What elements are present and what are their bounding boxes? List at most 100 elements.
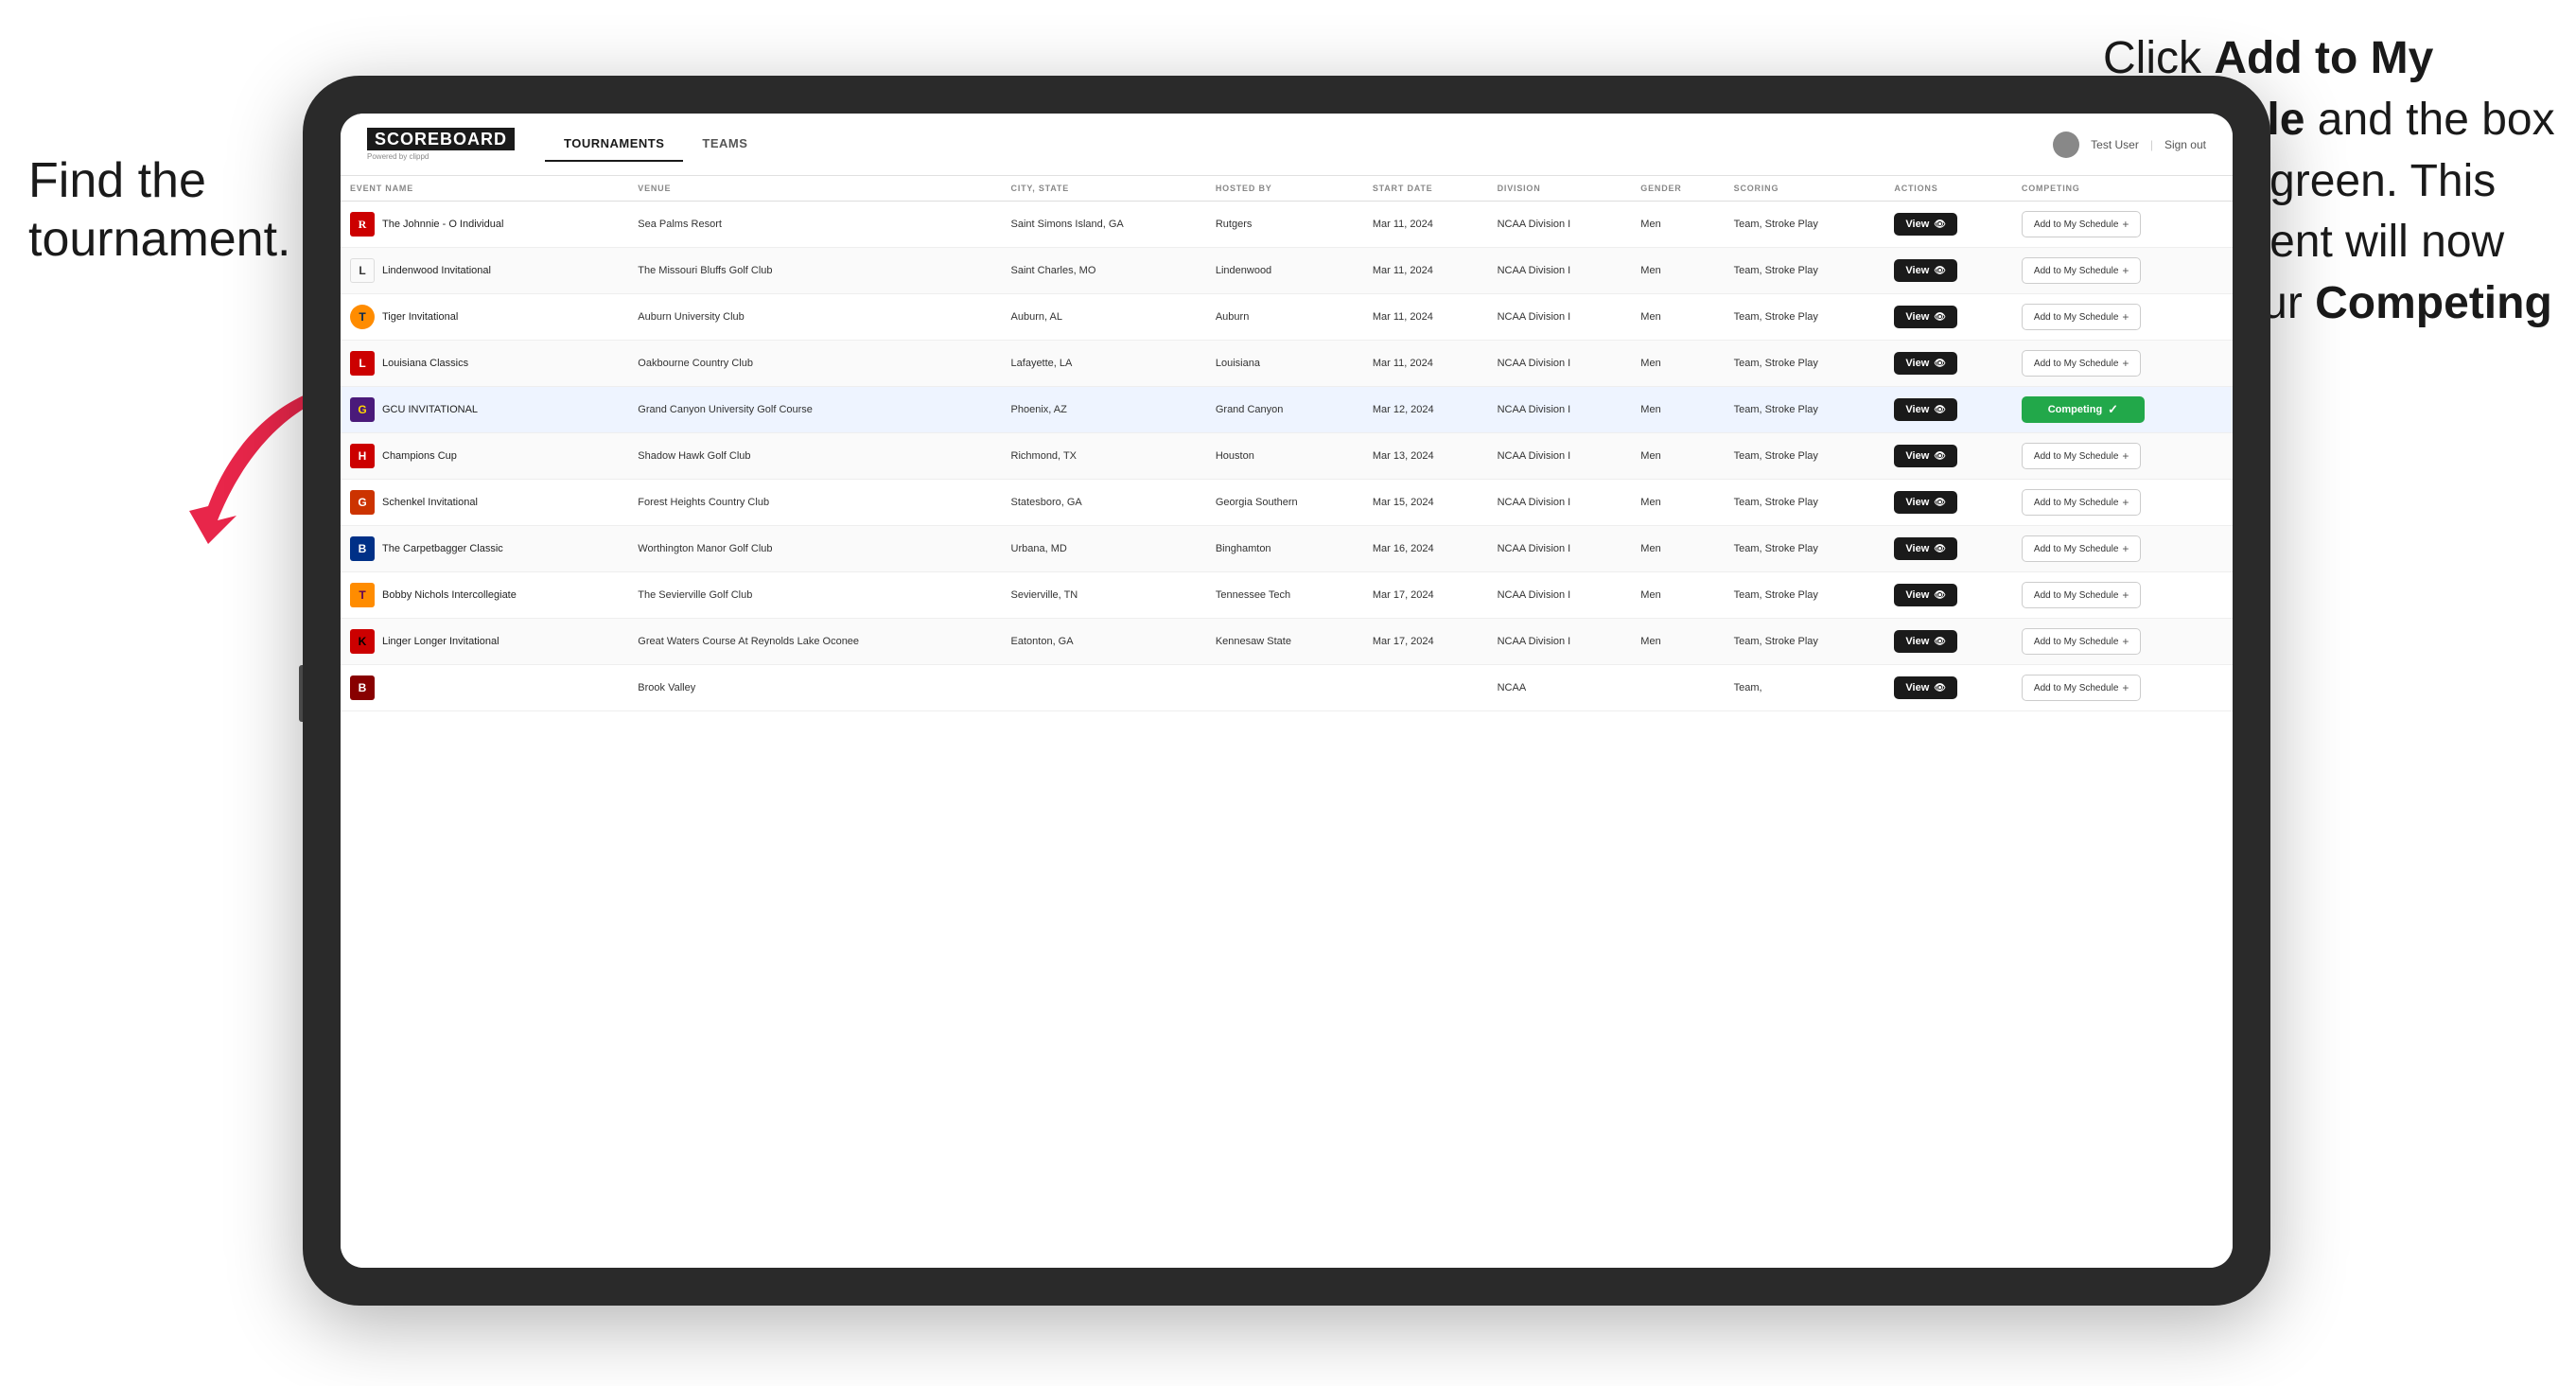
- city-state-cell: Saint Charles, MO: [1002, 248, 1206, 294]
- view-button[interactable]: View: [1894, 584, 1957, 606]
- hosted-by-cell: Tennessee Tech: [1206, 572, 1363, 619]
- city-state-cell: Eatonton, GA: [1002, 619, 1206, 665]
- gender-cell: Men: [1631, 387, 1724, 433]
- view-button[interactable]: View: [1894, 445, 1957, 467]
- view-button[interactable]: View: [1894, 306, 1957, 328]
- start-date-cell: [1363, 665, 1488, 711]
- team-logo: T: [350, 583, 375, 607]
- hosted-by-cell: Georgia Southern: [1206, 480, 1363, 526]
- add-schedule-button[interactable]: Add to My Schedule +: [2022, 535, 2142, 562]
- add-schedule-label: Add to My Schedule: [2034, 451, 2119, 462]
- table-row: T Tiger Invitational Auburn University C…: [341, 294, 2233, 341]
- col-start-date: START DATE: [1363, 176, 1488, 202]
- table-row: H Champions Cup Shadow Hawk Golf ClubRic…: [341, 433, 2233, 480]
- actions-cell-10: View: [1884, 665, 2012, 711]
- city-state-cell: Auburn, AL: [1002, 294, 1206, 341]
- competing-button[interactable]: Competing ✓: [2022, 396, 2145, 423]
- start-date-cell: Mar 15, 2024: [1363, 480, 1488, 526]
- add-schedule-label: Add to My Schedule: [2034, 219, 2119, 230]
- team-logo: G: [350, 397, 375, 422]
- team-logo: R: [350, 212, 375, 237]
- event-name-text: Bobby Nichols Intercollegiate: [382, 589, 517, 601]
- hosted-by-cell: [1206, 665, 1363, 711]
- division-cell: NCAA Division I: [1488, 341, 1632, 387]
- start-date-cell: Mar 17, 2024: [1363, 619, 1488, 665]
- actions-cell-7: View: [1884, 526, 2012, 572]
- competing-cell-3: Add to My Schedule +: [2012, 341, 2233, 387]
- team-logo: H: [350, 444, 375, 468]
- actions-cell-8: View: [1884, 572, 2012, 619]
- actions-cell-0: View: [1884, 202, 2012, 248]
- view-button[interactable]: View: [1894, 537, 1957, 560]
- division-cell: NCAA Division I: [1488, 202, 1632, 248]
- division-cell: NCAA Division I: [1488, 294, 1632, 341]
- view-button[interactable]: View: [1894, 630, 1957, 653]
- competing-cell-4: Competing ✓: [2012, 387, 2233, 433]
- gender-cell: Men: [1631, 572, 1724, 619]
- add-schedule-button[interactable]: Add to My Schedule +: [2022, 628, 2142, 655]
- venue-cell: Great Waters Course At Reynolds Lake Oco…: [628, 619, 1001, 665]
- actions-cell-9: View: [1884, 619, 2012, 665]
- col-scoring: SCORING: [1725, 176, 1885, 202]
- col-division: DIVISION: [1488, 176, 1632, 202]
- event-name-cell-9: K Linger Longer Invitational: [341, 619, 628, 665]
- gender-cell: Men: [1631, 619, 1724, 665]
- view-button[interactable]: View: [1894, 259, 1957, 282]
- team-logo: K: [350, 629, 375, 654]
- plus-icon: +: [2122, 310, 2129, 324]
- competing-cell-10: Add to My Schedule +: [2012, 665, 2233, 711]
- view-button[interactable]: View: [1894, 676, 1957, 699]
- add-schedule-button[interactable]: Add to My Schedule +: [2022, 443, 2142, 469]
- col-competing: COMPETING: [2012, 176, 2233, 202]
- check-icon: ✓: [2108, 402, 2118, 417]
- competing-cell-8: Add to My Schedule +: [2012, 572, 2233, 619]
- competing-cell-1: Add to My Schedule +: [2012, 248, 2233, 294]
- col-hosted-by: HOSTED BY: [1206, 176, 1363, 202]
- view-button[interactable]: View: [1894, 352, 1957, 375]
- city-state-cell: Saint Simons Island, GA: [1002, 202, 1206, 248]
- add-schedule-button[interactable]: Add to My Schedule +: [2022, 350, 2142, 377]
- view-button[interactable]: View: [1894, 213, 1957, 236]
- event-name-cell-1: L Lindenwood Invitational: [341, 248, 628, 294]
- event-name-text: Schenkel Invitational: [382, 497, 478, 508]
- division-cell: NCAA Division I: [1488, 387, 1632, 433]
- view-button[interactable]: View: [1894, 491, 1957, 514]
- table-row: G GCU INVITATIONAL Grand Canyon Universi…: [341, 387, 2233, 433]
- scoring-cell: Team, Stroke Play: [1725, 572, 1885, 619]
- add-schedule-label: Add to My Schedule: [2034, 637, 2119, 647]
- table-body: R The Johnnie - O Individual Sea Palms R…: [341, 202, 2233, 711]
- add-schedule-button[interactable]: Add to My Schedule +: [2022, 489, 2142, 516]
- sign-out-link[interactable]: Sign out: [2164, 138, 2206, 151]
- division-cell: NCAA: [1488, 665, 1632, 711]
- add-schedule-button[interactable]: Add to My Schedule +: [2022, 257, 2142, 284]
- plus-icon: +: [2122, 635, 2129, 648]
- tab-tournaments[interactable]: TOURNAMENTS: [545, 127, 683, 162]
- app-logo: SCOREBOARD: [367, 128, 515, 150]
- table-row: B Brook ValleyNCAATeam,View Add to My Sc…: [341, 665, 2233, 711]
- tab-teams[interactable]: TEAMS: [683, 127, 766, 162]
- start-date-cell: Mar 11, 2024: [1363, 202, 1488, 248]
- scoring-cell: Team, Stroke Play: [1725, 619, 1885, 665]
- division-cell: NCAA Division I: [1488, 619, 1632, 665]
- hosted-by-cell: Grand Canyon: [1206, 387, 1363, 433]
- view-button[interactable]: View: [1894, 398, 1957, 421]
- add-schedule-button[interactable]: Add to My Schedule +: [2022, 211, 2142, 237]
- add-schedule-button[interactable]: Add to My Schedule +: [2022, 304, 2142, 330]
- scoring-cell: Team, Stroke Play: [1725, 202, 1885, 248]
- col-event-name: EVENT NAME: [341, 176, 628, 202]
- plus-icon: +: [2122, 264, 2129, 277]
- add-schedule-button[interactable]: Add to My Schedule +: [2022, 675, 2142, 701]
- event-name-text: Champions Cup: [382, 450, 457, 462]
- actions-cell-6: View: [1884, 480, 2012, 526]
- hosted-by-cell: Lindenwood: [1206, 248, 1363, 294]
- competing-cell-5: Add to My Schedule +: [2012, 433, 2233, 480]
- competing-cell-6: Add to My Schedule +: [2012, 480, 2233, 526]
- venue-cell: Forest Heights Country Club: [628, 480, 1001, 526]
- hosted-by-cell: Auburn: [1206, 294, 1363, 341]
- col-actions: ACTIONS: [1884, 176, 2012, 202]
- scoring-cell: Team, Stroke Play: [1725, 341, 1885, 387]
- add-schedule-button[interactable]: Add to My Schedule +: [2022, 582, 2142, 608]
- division-cell: NCAA Division I: [1488, 433, 1632, 480]
- city-state-cell: Urbana, MD: [1002, 526, 1206, 572]
- gender-cell: Men: [1631, 480, 1724, 526]
